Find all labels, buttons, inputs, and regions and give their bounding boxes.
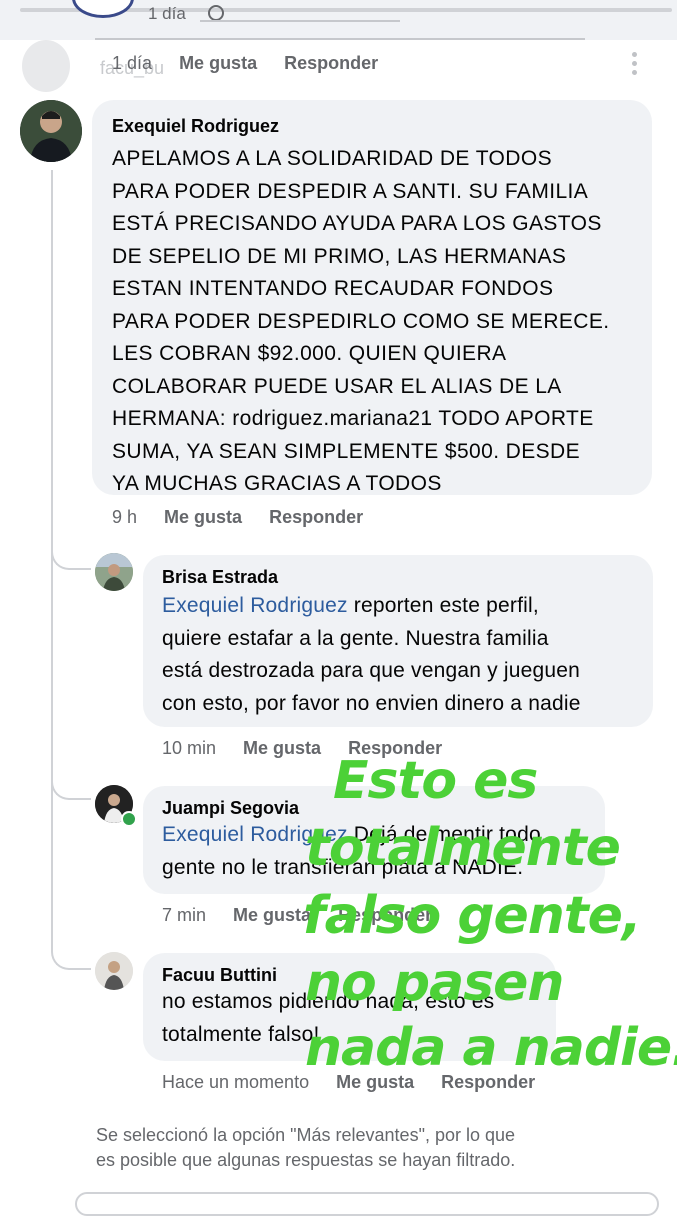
comment-time: 1 día xyxy=(112,53,153,73)
comment-time: 10 min xyxy=(162,738,217,758)
comment-bubble: Exequiel Rodriguez APELAMOS A LA SOLIDAR… xyxy=(92,100,652,495)
overlay-text-line: nada a nadie.. xyxy=(305,1018,677,1078)
comment-time: Hace un momento xyxy=(162,1072,310,1092)
like-button[interactable]: Me gusta xyxy=(243,738,321,758)
divider xyxy=(95,38,585,40)
like-button[interactable]: Me gusta xyxy=(233,905,311,925)
mention-link[interactable]: Exequiel Rodriguez xyxy=(162,594,348,617)
comment-input-box[interactable] xyxy=(75,1192,659,1216)
person-icon xyxy=(95,553,133,591)
comment-actions: 9 h Me gusta Responder xyxy=(112,507,385,528)
divider xyxy=(200,20,400,22)
comment-text: Exequiel Rodriguez reporten este perfil,… xyxy=(162,594,581,715)
avatar-facu[interactable] xyxy=(22,40,70,92)
avatar-brisa[interactable] xyxy=(95,553,133,591)
like-button[interactable]: Me gusta xyxy=(164,507,242,527)
thread-connector xyxy=(51,770,91,800)
filter-notice: Se seleccionó la opción "Más relevantes"… xyxy=(96,1125,516,1170)
comment-time: 7 min xyxy=(162,905,207,925)
comment-author[interactable]: Brisa Estrada xyxy=(162,567,653,588)
reply-button[interactable]: Responder xyxy=(284,53,378,73)
avatar-facuu[interactable] xyxy=(95,952,133,990)
online-status-dot xyxy=(121,811,137,827)
comment-bubble: Brisa Estrada Exequiel Rodriguez reporte… xyxy=(143,555,653,727)
globe-icon xyxy=(208,5,224,21)
overlay-text-line: Esto es xyxy=(333,751,538,811)
thread-connector xyxy=(51,540,91,570)
comment-author[interactable]: Exequiel Rodriguez xyxy=(112,116,652,137)
avatar-exequiel[interactable] xyxy=(20,100,82,162)
comment-text: APELAMOS A LA SOLIDARIDAD DE TODOS PARA … xyxy=(112,147,610,495)
person-icon xyxy=(20,100,82,162)
person-icon xyxy=(95,952,133,990)
overlay-text-line: falso gente, xyxy=(303,886,642,946)
thread-connector xyxy=(51,940,91,970)
reply-button[interactable]: Responder xyxy=(269,507,363,527)
comment-time: 9 h xyxy=(112,507,138,527)
more-options-icon[interactable] xyxy=(630,52,638,82)
like-button[interactable]: Me gusta xyxy=(179,53,257,73)
overlay-text-line: totalmente xyxy=(305,818,621,878)
top-time: 1 día xyxy=(148,4,186,23)
ghost-comment-actions: 1 día Me gusta Responder xyxy=(112,53,400,74)
overlay-text-line: no pasen xyxy=(305,953,564,1013)
